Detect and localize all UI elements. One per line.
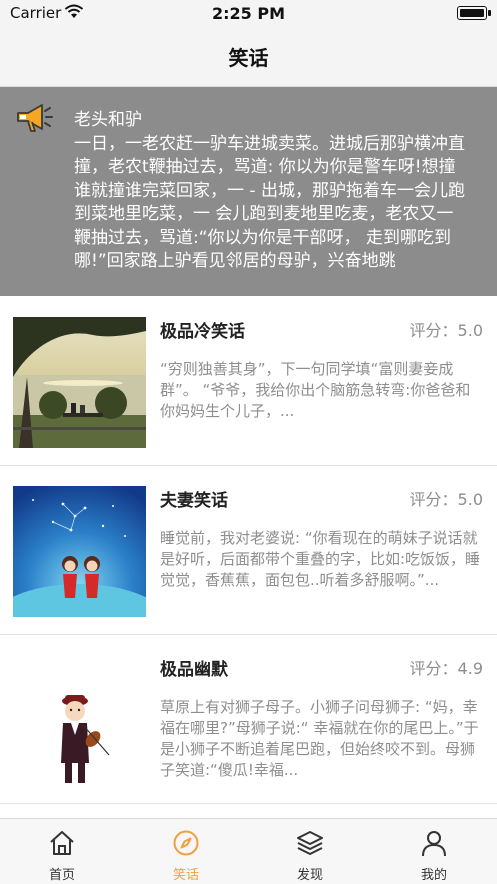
banner-title: 老头和驴 [74,110,142,130]
user-icon [422,831,446,857]
list-item[interactable]: 极品幽默 评分：4.9 草原上有对狮子母子。小狮子问母狮子: “妈，幸福在哪里?… [0,635,497,804]
item-summary: “穷则独善其身”，下一句同学填“富则妻妾成群”。 “爷爷，我给你出个脑筋急转弯:… [160,360,471,420]
rating-label: 评分：5.0 [409,490,483,509]
item-title: 极品冷笑话 [160,322,245,342]
status-bar: Carrier 2:25 PM [0,0,497,28]
rating-value: 5.0 [457,490,483,509]
featured-joke-banner[interactable]: 老头和驴 一日，一老农赶一驴车进城卖菜。进城后那驴横冲直撞，老农t鞭抽过去，骂道… [0,87,497,296]
tab-home[interactable]: 首页 [0,819,124,884]
rating-value: 4.9 [457,659,483,678]
rating-label: 评分：5.0 [409,321,483,340]
compass-icon [173,830,199,856]
list-item[interactable]: 夫妻笑话 评分：5.0 睡觉前，我对老婆说: “你看现在的萌妹子说话就是好听，后… [0,466,497,635]
tab-label: 首页 [48,868,75,883]
tab-jokes[interactable]: 笑话 [124,819,248,884]
megaphone-icon [17,104,53,132]
item-title: 夫妻笑话 [160,491,228,511]
page-title: 笑话 [228,46,269,70]
couple-illustration-thumbnail [13,486,146,617]
tab-mine[interactable]: 我的 [372,819,496,884]
rating-value: 5.0 [457,321,483,340]
park-lake-thumbnail [13,317,146,448]
clock: 2:25 PM [211,4,285,23]
item-summary: 睡觉前，我对老婆说: “你看现在的萌妹子说话就是好听，后面都带个重叠的字，比如:… [160,529,481,589]
list-item[interactable]: 极品冷笑话 评分：5.0 “穷则独善其身”，下一句同学填“富则妻妾成群”。 “爷… [0,297,497,466]
item-title: 极品幽默 [160,660,228,680]
tab-bar: 首页 笑话 发现 我的 [0,818,497,884]
tab-discover[interactable]: 发现 [248,819,372,884]
banner-body: 一日，一老农赶一驴车进城卖菜。进城后那驴横冲直撞，老农t鞭抽过去，骂道: 你以为… [74,133,465,272]
tab-label: 笑话 [172,868,199,883]
home-icon [50,831,74,855]
violinist-thumbnail [13,655,146,786]
item-summary: 草原上有对狮子母子。小狮子问母狮子: “妈，幸福在哪里?”母狮子说:“ 幸福就在… [160,698,479,779]
battery-icon [457,6,491,20]
joke-category-list: 极品冷笑话 评分：5.0 “穷则独善其身”，下一句同学填“富则妻妾成群”。 “爷… [0,297,497,804]
tab-label: 我的 [420,868,447,883]
navigation-bar: 笑话 [0,28,497,87]
layers-icon [297,831,323,855]
rating-label: 评分：4.9 [409,659,483,678]
tab-label: 发现 [296,868,323,883]
